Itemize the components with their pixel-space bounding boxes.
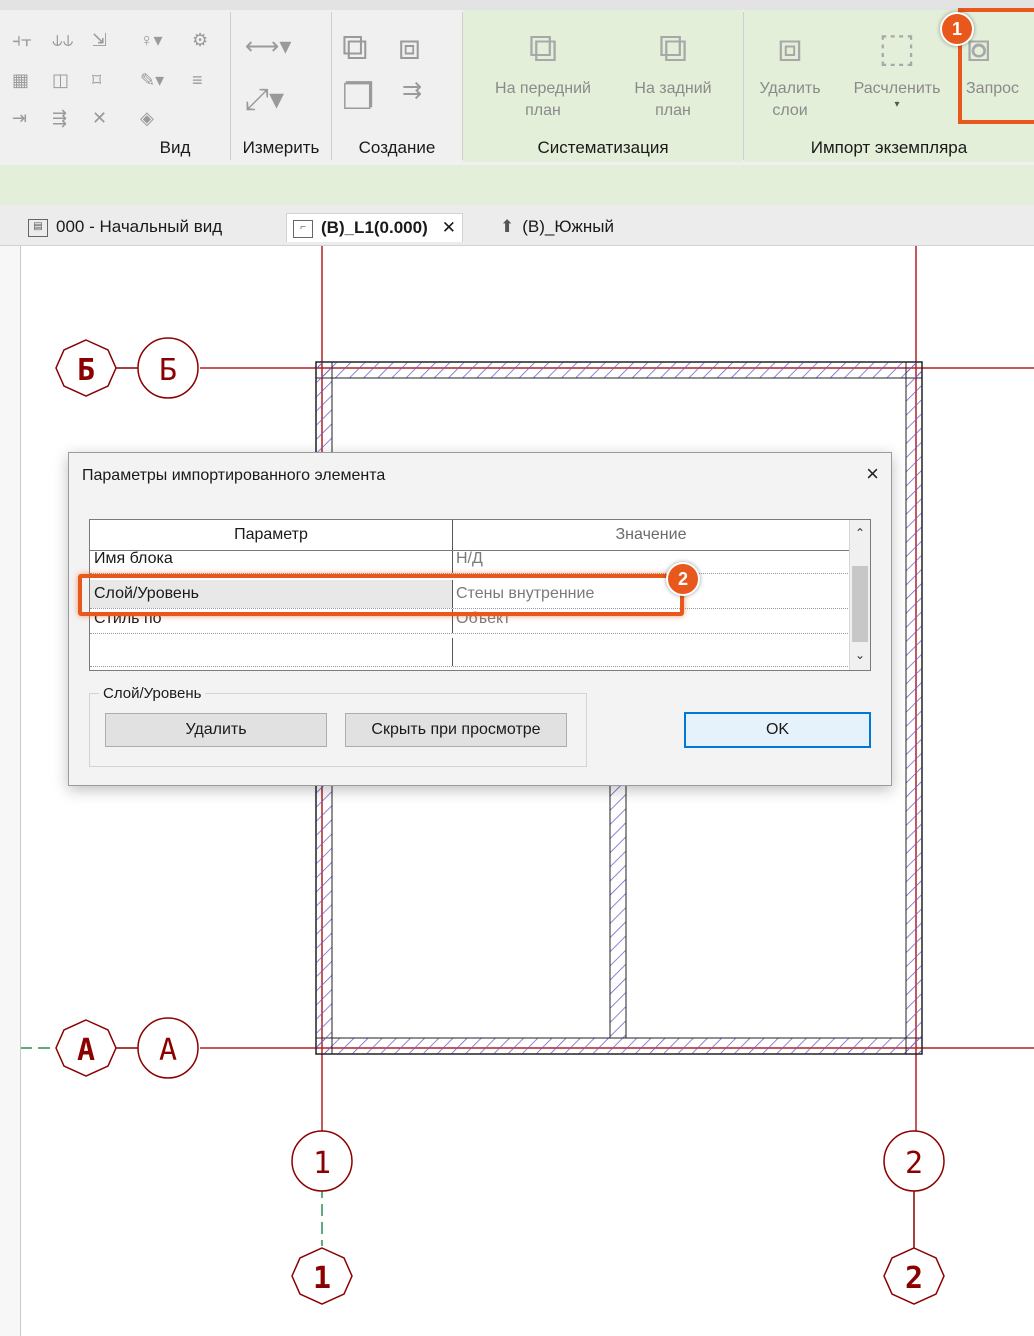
panel-arrange-label: Систематизация <box>537 138 669 157</box>
chevron-down-icon[interactable]: ⌄ <box>850 648 870 662</box>
panel-measure-label: Измерить <box>242 138 320 157</box>
svg-text:2: 2 <box>905 1146 923 1181</box>
panel-import-instance-label: Импорт экземпляра <box>810 138 968 157</box>
grid-bubble-a-left[interactable]: А <box>55 1019 117 1077</box>
grid-bubble-b-right[interactable]: Б <box>137 337 199 399</box>
tab-start-view[interactable]: ▤ 000 - Начальный вид <box>28 213 222 241</box>
paint-icon[interactable]: ♀▾ <box>140 30 163 51</box>
cell-parameter: Имя блока <box>90 551 453 573</box>
table-row[interactable] <box>90 638 850 667</box>
panel-view-label: Вид <box>159 138 191 157</box>
panel-measure: ⟷▾ ⤢▾ Измерить <box>231 10 331 162</box>
wall-bottom[interactable] <box>315 1037 923 1055</box>
delete-layers-icon: ⧈ <box>777 26 803 70</box>
svg-text:2: 2 <box>905 1261 923 1296</box>
tab-floor-plan[interactable]: ⌐ (В)_L1(0.000) ✕ <box>286 213 464 242</box>
delete-button[interactable]: Удалить <box>105 713 327 747</box>
close-icon[interactable]: × <box>866 461 879 487</box>
part-icon[interactable]: ⧉ <box>342 26 368 69</box>
ribbon-top-strip <box>0 0 1034 10</box>
dialog-title: Параметры импортированного элемента <box>82 467 386 484</box>
cell-parameter <box>90 638 453 666</box>
scroll-thumb[interactable] <box>852 566 868 642</box>
delete-icon[interactable]: ✕ <box>92 108 107 129</box>
svg-text:1: 1 <box>313 1146 331 1181</box>
array-icon[interactable]: ▦ <box>12 70 29 91</box>
svg-text:А: А <box>159 1033 177 1068</box>
chevron-down-icon: ▾ <box>894 99 900 110</box>
options-bar <box>0 165 1034 205</box>
send-to-back-button[interactable]: ⧉ На задний план <box>613 18 733 122</box>
elevation-icon: ⬆ <box>500 217 515 236</box>
close-tab-icon[interactable]: ✕ <box>442 218 456 237</box>
eraser-icon[interactable]: ◈ <box>140 108 154 129</box>
wall-interior[interactable] <box>609 775 627 1039</box>
layer-group-label: Слой/Уровень <box>99 685 206 702</box>
chevron-up-icon[interactable]: ⌃ <box>850 526 870 540</box>
wall-right[interactable] <box>905 361 923 1055</box>
group-icon[interactable]: ⧈ <box>398 26 421 69</box>
trim-icon[interactable]: ⇥ <box>12 108 27 129</box>
split-icon[interactable]: ⇶ <box>52 108 67 129</box>
svg-text:1: 1 <box>313 1261 331 1296</box>
panel-view: ⫞⫟ ⫝⫝ ⇲ ♀▾ ⚙ ▦ ◫ ⌑ ✎▾ ≡ ⇥ ⇶ ✕ ◈ Вид <box>0 10 230 162</box>
hide-in-view-button[interactable]: Скрыть при просмотре <box>345 713 567 747</box>
measure-between-icon[interactable]: ⟷▾ <box>245 32 291 61</box>
svg-text:А: А <box>77 1033 95 1068</box>
callout-badge-2: 2 <box>666 562 700 596</box>
pin-icon[interactable]: ⌑ <box>92 70 101 91</box>
floor-plan-icon: ⌐ <box>293 219 313 238</box>
sheet-icon: ▤ <box>28 218 48 237</box>
left-scrollbar[interactable] <box>0 246 21 1336</box>
grid-bubble-a-right[interactable]: А <box>137 1017 199 1079</box>
explode-button[interactable]: ⬚ Расчленить ▾ <box>844 18 950 110</box>
scale-icon[interactable]: ◫ <box>52 70 69 91</box>
import-parameters-dialog: Параметры импортированного элемента × Па… <box>68 452 892 786</box>
bring-to-front-button[interactable]: ⧉ На передний план <box>483 18 603 122</box>
explode-icon: ⬚ <box>878 26 916 70</box>
ribbon: ⫞⫟ ⫝⫝ ⇲ ♀▾ ⚙ ▦ ◫ ⌑ ✎▾ ≡ ⇥ ⇶ ✕ ◈ Вид ⟷▾ ⤢… <box>0 0 1034 165</box>
lines-icon[interactable]: ≡ <box>192 70 203 91</box>
svg-text:Б: Б <box>77 353 95 388</box>
view-tabs: ▤ 000 - Начальный вид ⌐ (В)_L1(0.000) ✕ ⬆ (В… <box>0 205 1034 246</box>
ok-button[interactable]: OK <box>684 712 871 748</box>
svg-text:Б: Б <box>159 353 177 388</box>
grid-bubble-1-bottom[interactable]: 1 <box>291 1247 353 1305</box>
stack-icon[interactable]: ❐ <box>342 76 374 118</box>
panel-create-label: Создание <box>358 138 436 157</box>
grid-bubble-2-top[interactable]: 2 <box>883 1130 945 1192</box>
header-value: Значение <box>615 526 687 543</box>
grid-bubble-1-top[interactable]: 1 <box>291 1130 353 1192</box>
grid-header: Параметр Значение <box>90 520 850 551</box>
grid-scrollbar[interactable]: ⌃ ⌄ <box>849 520 870 670</box>
align-icon[interactable]: ⫞⫟ <box>12 30 32 51</box>
grid-bubble-b-left[interactable]: Б <box>55 339 117 397</box>
linework-icon[interactable]: ⚙ <box>192 30 208 51</box>
callout-badge-1: 1 <box>940 12 974 46</box>
table-row[interactable]: Имя блока Н/Д <box>90 551 850 574</box>
drawing-canvas[interactable]: Б Б А А 1 1 2 2 <box>0 246 1034 1336</box>
assembly-icon[interactable]: ⇉ <box>402 76 422 105</box>
panel-create: ⧉ ⧈ ❐ ⇉ Создание <box>332 10 462 162</box>
offset-icon[interactable]: ⫝⫝ <box>52 30 73 51</box>
delete-layers-button[interactable]: ⧈ Удалить слои <box>748 18 832 122</box>
header-parameter: Параметр <box>90 520 453 550</box>
brush-icon[interactable]: ✎▾ <box>140 70 164 91</box>
dimension-icon[interactable]: ⤢▾ <box>245 82 284 117</box>
send-to-back-icon: ⧉ <box>658 26 688 70</box>
highlight-layer-row <box>78 574 684 616</box>
tab-south-elevation[interactable]: ⬆ (В)_Южный <box>500 213 614 241</box>
floor-plan-drawing: Б Б А А 1 1 2 2 <box>20 246 1034 1305</box>
cell-value: Н/Д <box>456 551 483 567</box>
mirror-icon[interactable]: ⇲ <box>92 30 107 51</box>
wall-top[interactable] <box>315 361 923 379</box>
panel-arrange: ⧉ На передний план ⧉ На задний план Сист… <box>463 10 743 162</box>
grid-bubble-2-bottom[interactable]: 2 <box>883 1247 945 1305</box>
bring-to-front-icon: ⧉ <box>528 26 558 70</box>
cell-value <box>456 638 846 666</box>
